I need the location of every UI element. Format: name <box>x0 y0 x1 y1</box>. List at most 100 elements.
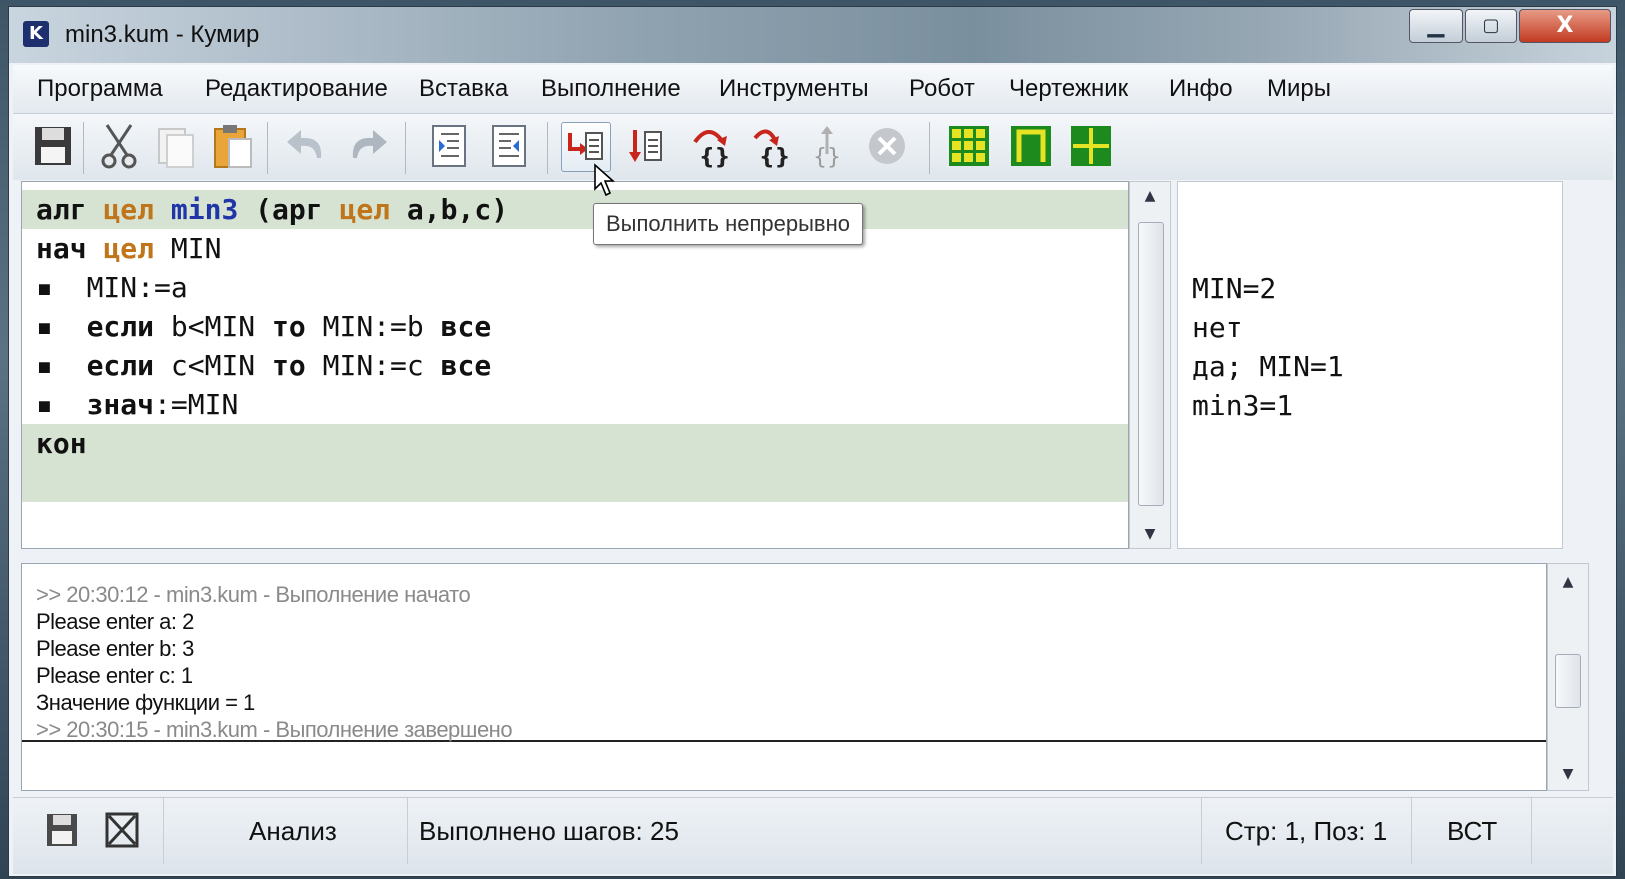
console-line: Please enter a: 2 <box>36 609 194 634</box>
code-token: все <box>440 349 492 382</box>
code-token: MIN:=a <box>86 271 188 304</box>
console-line: Please enter c: 1 <box>36 663 193 688</box>
redo-icon[interactable] <box>343 122 391 170</box>
code-token: a,b,c) <box>406 193 509 226</box>
code-token: MIN <box>170 232 222 265</box>
menu-robot[interactable]: Робот <box>909 75 975 103</box>
close-icon: X <box>1556 13 1574 38</box>
code-line[interactable]: алг цел min3 (арг цел a,b,c) <box>22 190 1128 229</box>
step-into-icon[interactable]: {} <box>743 122 791 170</box>
step-out-icon[interactable]: {} <box>803 122 851 170</box>
code-token: MIN:=b <box>322 310 424 343</box>
menu-redaktirovanie[interactable]: Редактирование <box>205 75 388 103</box>
copy-icon[interactable] <box>151 122 199 170</box>
status-insert-mode: ВСТ <box>1447 816 1498 846</box>
code-token: то <box>272 310 306 343</box>
menu-vypolnenie[interactable]: Выполнение <box>541 75 681 103</box>
console-scroll-thumb[interactable] <box>1555 654 1581 708</box>
menu-bar: Программа Редактирование Вставка Выполне… <box>13 65 1613 114</box>
code-token: то <box>272 349 306 382</box>
save-icon[interactable] <box>29 122 77 170</box>
code-token: цел <box>103 232 155 265</box>
window-title: min3.kum - Кумир <box>65 21 260 48</box>
robot-window-icon[interactable] <box>1007 122 1055 170</box>
scroll-down-arrow-icon[interactable]: ▼ <box>1130 526 1170 542</box>
code-line[interactable]: нач цел MIN <box>22 229 1128 268</box>
code-token: ▪ <box>36 271 53 304</box>
maximize-button[interactable]: ▢ <box>1465 9 1517 43</box>
code-token: ▪ <box>36 310 53 343</box>
undo-icon[interactable] <box>283 122 331 170</box>
svg-text:{}: {} <box>699 145 730 168</box>
svg-text:{}: {} <box>813 145 841 168</box>
code-token: min3 <box>170 193 239 226</box>
console-scroll-down-icon[interactable]: ▼ <box>1548 766 1588 782</box>
code-token: знач <box>86 388 155 421</box>
code-token: MIN:=c <box>322 349 424 382</box>
margin-value: нет <box>1192 311 1243 344</box>
robot-field-icon[interactable] <box>945 122 993 170</box>
code-line[interactable]: ▪ MIN:=a <box>22 268 1128 307</box>
close-button[interactable]: X <box>1519 9 1611 43</box>
cut-icon[interactable] <box>95 122 143 170</box>
stop-icon[interactable] <box>863 122 911 170</box>
scroll-up-arrow-icon[interactable]: ▲ <box>1130 188 1170 204</box>
svg-text:{}: {} <box>759 145 789 168</box>
code-token: если <box>86 349 155 382</box>
code-token: (арг <box>255 193 323 226</box>
mouse-pointer-icon <box>593 163 617 201</box>
minimize-button[interactable]: ▁ <box>1409 9 1463 43</box>
output-console[interactable]: >> 20:30:12 - min3.kum - Выполнение нача… <box>21 563 1547 791</box>
margin-value: MIN=2 <box>1192 272 1277 305</box>
code-line[interactable]: ▪ если c<MIN то MIN:=c все <box>22 346 1128 385</box>
console-line: >> 20:30:12 - min3.kum - Выполнение нача… <box>36 582 471 607</box>
code-editor[interactable]: алг цел min3 (арг цел a,b,c) нач цел MIN ▪… <box>21 181 1129 549</box>
menu-programma[interactable]: Программа <box>37 75 163 103</box>
status-cursor-position: Стр: 1, Поз: 1 <box>1225 816 1388 846</box>
editor-scrollbar[interactable]: ▲ ▼ <box>1129 181 1171 549</box>
indent-icon[interactable] <box>425 122 473 170</box>
code-token: b<MIN <box>170 310 256 343</box>
console-scroll-up-icon[interactable]: ▲ <box>1548 574 1588 590</box>
main-window: K min3.kum - Кумир ▁ ▢ X Программа Редак… <box>8 6 1617 877</box>
status-clear-icon[interactable] <box>105 812 139 852</box>
menu-vstavka[interactable]: Вставка <box>419 75 508 103</box>
menu-chertezhnik[interactable]: Чертежник <box>1009 75 1128 103</box>
toolbar: {} {} {} <box>13 114 1613 180</box>
code-token: c<MIN <box>170 349 256 382</box>
code-line[interactable]: ▪ если b<MIN то MIN:=b все <box>22 307 1128 346</box>
menu-info[interactable]: Инфо <box>1169 75 1233 103</box>
unindent-icon[interactable] <box>485 122 533 170</box>
run-continuous-tooltip: Выполнить непрерывно <box>593 203 863 245</box>
console-scrollbar[interactable]: ▲ ▼ <box>1547 563 1589 791</box>
margin-value: min3=1 <box>1192 389 1294 422</box>
code-token: если <box>86 310 155 343</box>
run-step-icon[interactable] <box>623 122 671 170</box>
scroll-thumb[interactable] <box>1138 222 1164 506</box>
code-line[interactable]: ▪ знач:=MIN <box>22 385 1128 424</box>
margin-value: да; MIN=1 <box>1192 350 1344 383</box>
maximize-icon: ▢ <box>1482 15 1500 36</box>
step-over-icon[interactable]: {} <box>685 122 733 170</box>
code-line[interactable]: кон <box>22 424 1128 502</box>
paste-icon[interactable] <box>209 122 257 170</box>
status-save-icon[interactable] <box>45 812 79 852</box>
margin-output-panel: MIN=2 нет да; MIN=1 min3=1 <box>1177 181 1563 549</box>
status-steps: Выполнено шагов: 25 <box>419 816 679 846</box>
menu-instrumenty[interactable]: Инструменты <box>719 75 869 103</box>
drawer-icon[interactable] <box>1067 122 1115 170</box>
minimize-icon: ▁ <box>1427 13 1445 38</box>
console-line: Значение функции = 1 <box>36 690 255 715</box>
menu-miry[interactable]: Миры <box>1267 75 1331 103</box>
code-token: :=MIN <box>154 388 239 421</box>
code-token: цел <box>339 193 391 226</box>
